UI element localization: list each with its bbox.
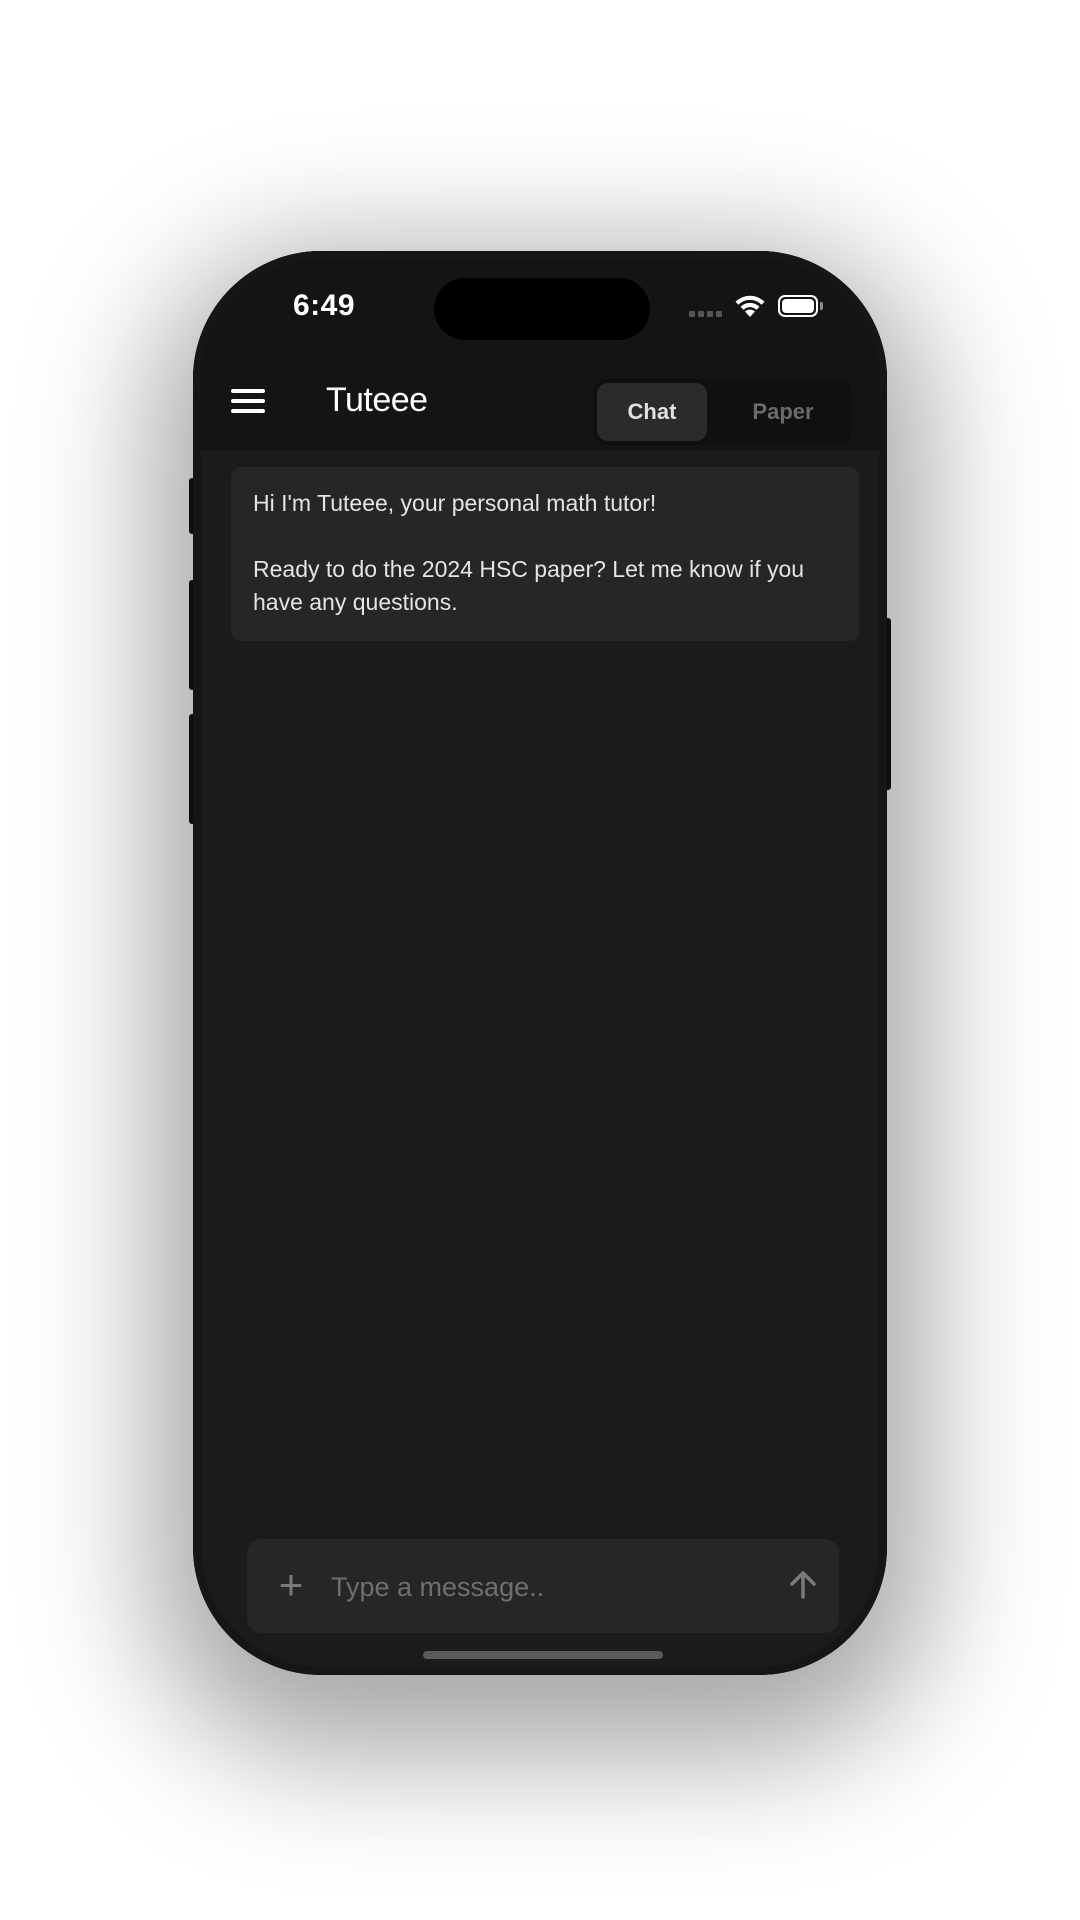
tab-chat[interactable]: Chat [597, 383, 707, 441]
mode-switcher: Chat Paper [593, 379, 851, 445]
wifi-icon [735, 295, 765, 317]
battery-fill [782, 299, 814, 313]
battery-tip [820, 302, 823, 310]
status-time: 6:49 [293, 289, 356, 322]
cellular-signal-icon [689, 311, 722, 317]
phone-frame: 6:49 Tuteee Chat Paper Hi I'm Tuteee, yo… [193, 251, 887, 1675]
status-bar: 6:49 [193, 251, 887, 361]
home-indicator[interactable] [423, 1651, 663, 1659]
message-line: Ready to do the 2024 HSC paper? Let me k… [253, 556, 805, 615]
app-title: Tuteee [326, 381, 428, 419]
tab-paper[interactable]: Paper [719, 383, 847, 441]
dynamic-island [434, 278, 650, 340]
arrow-up-icon[interactable] [781, 1563, 825, 1607]
hamburger-menu-icon[interactable] [231, 389, 267, 419]
message-composer: + [247, 1539, 839, 1633]
chat-area[interactable]: Hi I'm Tuteee, your personal math tutor!… [193, 451, 887, 1551]
screen: 6:49 Tuteee Chat Paper Hi I'm Tuteee, yo… [0, 0, 1080, 1920]
battery-icon [778, 295, 818, 317]
app-header: Tuteee Chat Paper [193, 361, 887, 451]
message-input[interactable] [329, 1561, 733, 1613]
message-line: Hi I'm Tuteee, your personal math tutor! [253, 490, 657, 516]
plus-icon[interactable]: + [269, 1563, 313, 1607]
assistant-message-bubble: Hi I'm Tuteee, your personal math tutor!… [231, 467, 859, 641]
